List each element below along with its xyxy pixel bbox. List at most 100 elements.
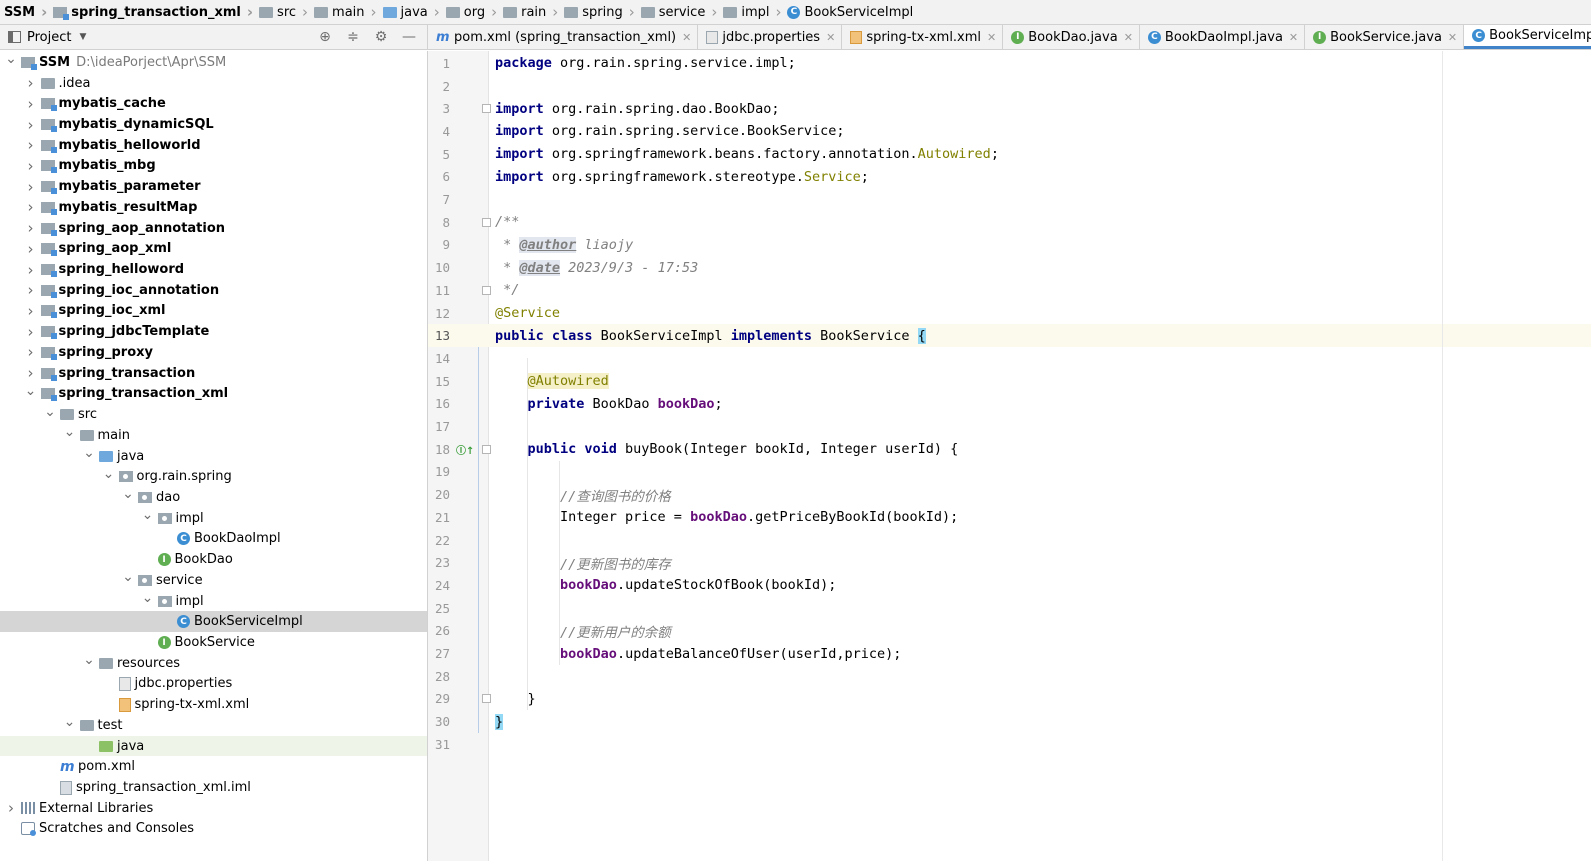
code-line[interactable]: 10 * @date 2023/9/3 - 17:53 <box>428 256 1591 279</box>
code-line[interactable]: 15 @Autowired <box>428 370 1591 393</box>
implements-method-icon[interactable]: Ⓘ↑ <box>456 442 474 457</box>
tree-item[interactable]: › spring_transaction <box>0 363 427 384</box>
code-line[interactable]: 16 private BookDao bookDao; <box>428 393 1591 416</box>
chevron-down-icon[interactable]: ⌄ <box>121 569 135 585</box>
fold-marker-icon[interactable] <box>482 217 491 227</box>
chevron-down-icon[interactable]: ⌄ <box>24 383 38 399</box>
tree-item[interactable]: › spring_proxy <box>0 342 427 363</box>
minimize-icon[interactable]: — <box>401 29 417 45</box>
tree-item[interactable]: › mybatis_helloworld <box>0 135 427 156</box>
breadcrumb-item[interactable]: src › <box>259 3 314 21</box>
breadcrumb-item[interactable]: spring › <box>564 3 640 21</box>
tree-item[interactable]: › .idea <box>0 73 427 94</box>
code-line[interactable]: 17 <box>428 415 1591 438</box>
tree-item[interactable]: ⌄ impl <box>0 590 427 612</box>
tree-item[interactable]: I BookService <box>0 632 427 653</box>
tree-item[interactable]: ⌄ src <box>0 404 427 425</box>
code-line[interactable]: 6 import org.springframework.stereotype.S… <box>428 166 1591 189</box>
fold-marker-icon[interactable] <box>482 285 491 295</box>
tree-item[interactable]: spring_transaction_xml.iml <box>0 777 427 798</box>
code-line[interactable]: 26 //更新用户的余额 <box>428 620 1591 643</box>
chevron-right-icon[interactable]: › <box>24 240 38 258</box>
tree-item[interactable]: ⌄ SSM D:\ideaPorject\Apr\SSM <box>0 51 427 73</box>
code-editor[interactable]: 1 package org.rain.spring.service.impl; 2 3… <box>428 51 1591 861</box>
breadcrumb-item[interactable]: C BookServiceImpl <box>787 5 913 20</box>
tree-item[interactable]: › spring_jdbcTemplate <box>0 321 427 342</box>
close-icon[interactable]: ✕ <box>1448 31 1457 44</box>
gear-icon[interactable]: ⚙ <box>373 29 389 45</box>
editor-tab[interactable]: spring-tx-xml.xml ✕ <box>842 25 1004 49</box>
chevron-down-icon[interactable]: ⌄ <box>141 507 155 523</box>
code-line[interactable]: 12 @Service <box>428 302 1591 325</box>
chevron-right-icon[interactable]: › <box>24 323 38 341</box>
tree-item[interactable]: › spring_helloword <box>0 259 427 280</box>
close-icon[interactable]: ✕ <box>1289 31 1298 44</box>
code-line[interactable]: 25 <box>428 597 1591 620</box>
tree-item[interactable]: ⌄ dao <box>0 486 427 508</box>
chevron-right-icon[interactable]: › <box>24 74 38 92</box>
chevron-down-icon[interactable]: ⌄ <box>141 590 155 606</box>
tree-item[interactable]: › External Libraries <box>0 798 427 819</box>
code-line[interactable]: 7 <box>428 188 1591 211</box>
tree-item[interactable]: › mybatis_dynamicSQL <box>0 114 427 135</box>
close-icon[interactable]: ✕ <box>1124 31 1133 44</box>
code-line[interactable]: 31 <box>428 733 1591 756</box>
tree-item[interactable]: ⌄ service <box>0 569 427 591</box>
fold-marker-icon[interactable] <box>482 104 491 114</box>
editor-tab[interactable]: jdbc.properties ✕ <box>698 25 843 49</box>
tree-item[interactable]: › mybatis_resultMap <box>0 197 427 218</box>
code-line[interactable]: 11 */ <box>428 279 1591 302</box>
code-line[interactable]: 21 Integer price = bookDao.getPriceByBoo… <box>428 506 1591 529</box>
breadcrumb-item[interactable]: spring_transaction_xml › <box>53 3 259 21</box>
tree-item[interactable]: ⌄ spring_transaction_xml <box>0 383 427 405</box>
chevron-right-icon[interactable]: › <box>24 136 38 154</box>
close-icon[interactable]: ✕ <box>682 31 691 44</box>
code-line[interactable]: 20 //查询图书的价格 <box>428 483 1591 506</box>
code-line[interactable]: 4 import org.rain.spring.service.BookServ… <box>428 120 1591 143</box>
tree-item[interactable]: ⌄ test <box>0 714 427 736</box>
breadcrumb-item[interactable]: rain › <box>503 3 564 21</box>
chevron-right-icon[interactable]: › <box>24 302 38 320</box>
tree-item[interactable]: › spring_ioc_annotation <box>0 280 427 301</box>
tree-item[interactable]: ⌄ impl <box>0 507 427 529</box>
editor-tab[interactable]: C BookDaoImpl.java ✕ <box>1140 25 1306 49</box>
tree-item[interactable]: I BookDao <box>0 549 427 570</box>
code-line[interactable]: 14 <box>428 347 1591 370</box>
locate-icon[interactable]: ⊕ <box>317 29 333 45</box>
tree-item[interactable]: Scratches and Consoles <box>0 819 427 840</box>
code-line[interactable]: 18 Ⓘ↑ public void buyBook(Integer bookId,… <box>428 438 1591 461</box>
chevron-down-icon[interactable]: ⌄ <box>82 652 96 668</box>
code-line[interactable]: 30} <box>428 710 1591 733</box>
chevron-right-icon[interactable]: › <box>24 281 38 299</box>
code-line[interactable]: 8 /** <box>428 211 1591 234</box>
chevron-down-icon[interactable]: ⌄ <box>121 486 135 502</box>
editor-tab[interactable]: I BookDao.java ✕ <box>1003 25 1140 49</box>
chevron-right-icon[interactable]: › <box>24 198 38 216</box>
tree-item[interactable]: C BookDaoImpl <box>0 529 427 550</box>
tree-item[interactable]: C BookServiceImpl <box>0 611 427 633</box>
code-line[interactable]: 22 <box>428 529 1591 552</box>
chevron-right-icon[interactable]: › <box>24 116 38 134</box>
code-line[interactable]: 19 <box>428 461 1591 484</box>
code-line[interactable]: 29 } <box>428 688 1591 711</box>
code-line[interactable]: 9 * @author liaojy <box>428 234 1591 257</box>
tree-item[interactable]: › mybatis_cache <box>0 93 427 114</box>
tree-item[interactable]: › spring_ioc_xml <box>0 301 427 322</box>
tree-item[interactable]: › spring_aop_xml <box>0 238 427 259</box>
breadcrumb-item[interactable]: service › <box>640 3 724 21</box>
tree-item[interactable]: › mybatis_mbg <box>0 156 427 177</box>
tree-item[interactable]: ⌄ java <box>0 445 427 467</box>
tree-item[interactable]: ⌄ org.rain.spring <box>0 466 427 487</box>
tree-item[interactable]: ⌄ main <box>0 424 427 446</box>
tree-item[interactable]: m pom.xml <box>0 756 427 777</box>
code-line[interactable]: 27 bookDao.updateBalanceOfUser(userId,pr… <box>428 642 1591 665</box>
tree-item[interactable]: › spring_aop_annotation <box>0 218 427 239</box>
code-line[interactable]: 13 public class BookServiceImpl implement… <box>428 324 1591 348</box>
chevron-right-icon[interactable]: › <box>24 95 38 113</box>
breadcrumb-item[interactable]: org › <box>445 3 503 21</box>
code-line[interactable]: 5 import org.springframework.beans.factor… <box>428 143 1591 166</box>
tree-item[interactable]: java <box>0 735 427 757</box>
chevron-right-icon[interactable]: › <box>24 343 38 361</box>
code-line[interactable]: 28 <box>428 665 1591 688</box>
chevron-right-icon[interactable]: › <box>24 261 38 279</box>
